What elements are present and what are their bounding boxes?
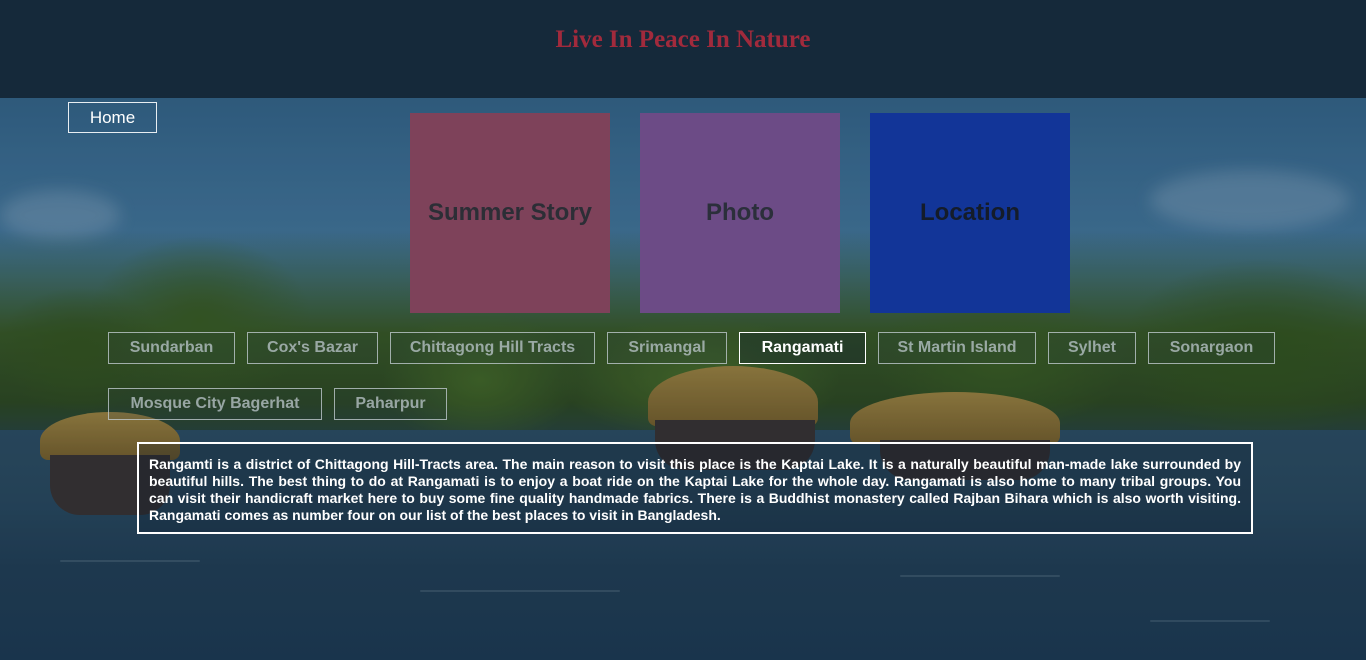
site-header: Live In Peace In Nature bbox=[0, 0, 1366, 98]
place-tab-sylhet[interactable]: Sylhet bbox=[1048, 332, 1136, 364]
place-tab-mosque-city-bagerhat[interactable]: Mosque City Bagerhat bbox=[108, 388, 322, 420]
place-description-text: Rangamti is a district of Chittagong Hil… bbox=[149, 456, 1241, 523]
card-location-label: Location bbox=[920, 199, 1020, 226]
card-photo-label: Photo bbox=[706, 199, 774, 226]
card-summer-story[interactable]: Summer Story bbox=[410, 113, 610, 313]
place-tab-coxs-bazar[interactable]: Cox's Bazar bbox=[247, 332, 378, 364]
place-tab-srimangal[interactable]: Srimangal bbox=[607, 332, 727, 364]
place-tab-chittagong-hill-tracts[interactable]: Chittagong Hill Tracts bbox=[390, 332, 595, 364]
place-tab-st-martin-island[interactable]: St Martin Island bbox=[878, 332, 1036, 364]
card-location[interactable]: Location bbox=[870, 113, 1070, 313]
place-tab-sundarban[interactable]: Sundarban bbox=[108, 332, 235, 364]
place-description: Rangamti is a district of Chittagong Hil… bbox=[137, 442, 1253, 534]
site-title: Live In Peace In Nature bbox=[555, 26, 811, 53]
card-summer-story-label: Summer Story bbox=[427, 199, 593, 226]
home-button[interactable]: Home bbox=[68, 102, 157, 133]
card-photo[interactable]: Photo bbox=[640, 113, 840, 313]
place-tab-sonargaon[interactable]: Sonargaon bbox=[1148, 332, 1275, 364]
place-tab-rangamati[interactable]: Rangamati bbox=[739, 332, 866, 364]
place-tab-paharpur[interactable]: Paharpur bbox=[334, 388, 447, 420]
background-landscape-image bbox=[0, 0, 1366, 660]
